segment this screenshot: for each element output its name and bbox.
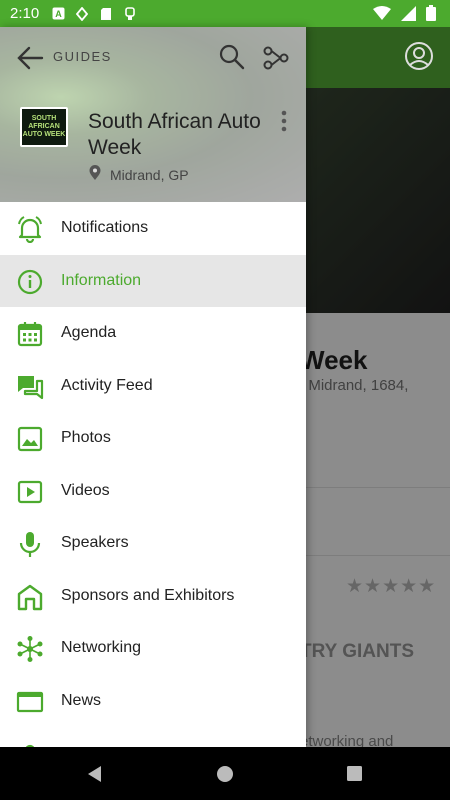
location-status-icon xyxy=(75,6,89,21)
navigation-drawer: GUIDES SOUTH AFRICAN AUTO WEEK South Afr… xyxy=(0,27,306,747)
recents-square-icon[interactable] xyxy=(345,764,365,784)
search-icon[interactable] xyxy=(219,44,245,70)
calendar-icon xyxy=(16,320,44,348)
back-arrow-icon[interactable] xyxy=(16,45,44,71)
event-title: South African Auto Week xyxy=(88,110,261,159)
menu-label: Networking xyxy=(61,639,142,657)
event-logo: SOUTH AFRICAN AUTO WEEK xyxy=(20,107,68,147)
menu-item-notifications[interactable]: Notifications xyxy=(0,202,306,255)
home-circle-icon[interactable] xyxy=(215,764,235,784)
menu-item-activity-feed[interactable]: Activity Feed xyxy=(0,360,306,413)
system-nav-bar xyxy=(0,747,450,800)
bell-icon xyxy=(16,215,44,243)
guides-label[interactable]: GUIDES xyxy=(53,49,112,64)
wifi-icon xyxy=(373,5,391,25)
sd-card-icon xyxy=(99,7,113,21)
menu-label: Speakers xyxy=(61,534,129,552)
menu-label: Notifications xyxy=(61,219,149,237)
notification-a-icon: A xyxy=(51,7,65,21)
menu-item-speakers[interactable]: Speakers xyxy=(0,517,306,570)
back-triangle-icon[interactable] xyxy=(85,764,105,784)
battery-icon xyxy=(426,5,436,25)
menu-label: Videos xyxy=(61,481,110,499)
usb-status-icon xyxy=(123,6,137,21)
drawer-menu: Notifications Information Agenda Activit… xyxy=(0,202,306,747)
menu-label: Information xyxy=(61,271,142,289)
more-vert-icon[interactable] xyxy=(276,109,292,133)
photo-icon xyxy=(16,425,44,453)
menu-label: Photos xyxy=(61,429,111,447)
menu-label: Agenda xyxy=(61,324,117,342)
news-icon xyxy=(16,688,44,716)
profile-avatar-icon[interactable] xyxy=(403,40,435,72)
event-location: Midrand, GP xyxy=(110,167,189,183)
status-bar: 2:10 A xyxy=(0,0,450,27)
location-pin-icon xyxy=(88,165,102,181)
info-icon xyxy=(16,268,44,296)
chat-icon xyxy=(16,373,44,401)
menu-label: Activity Feed xyxy=(61,376,153,394)
menu-label: Sponsors and Exhibitors xyxy=(61,586,235,604)
menu-item-sponsors-exhibitors[interactable]: Sponsors and Exhibitors xyxy=(0,570,306,623)
svg-text:A: A xyxy=(55,9,62,19)
menu-item-partial[interactable] xyxy=(0,727,306,747)
share-icon[interactable] xyxy=(262,44,290,72)
microphone-icon xyxy=(16,530,44,558)
network-icon xyxy=(16,635,44,663)
event-logo-line2: AUTO WEEK xyxy=(22,130,66,138)
menu-item-news[interactable]: News xyxy=(0,675,306,728)
status-time: 2:10 xyxy=(10,5,40,22)
menu-item-videos[interactable]: Videos xyxy=(0,465,306,518)
menu-item-networking[interactable]: Networking xyxy=(0,622,306,675)
partial-menu-icon xyxy=(16,740,44,747)
menu-item-agenda[interactable]: Agenda xyxy=(0,307,306,360)
video-icon xyxy=(16,478,44,506)
menu-item-information[interactable]: Information xyxy=(0,254,306,307)
menu-item-photos[interactable]: Photos xyxy=(0,412,306,465)
event-logo-line1: SOUTH AFRICAN xyxy=(28,115,60,131)
menu-label: News xyxy=(61,691,102,709)
booth-icon xyxy=(16,583,44,611)
cell-signal-icon xyxy=(401,5,416,25)
